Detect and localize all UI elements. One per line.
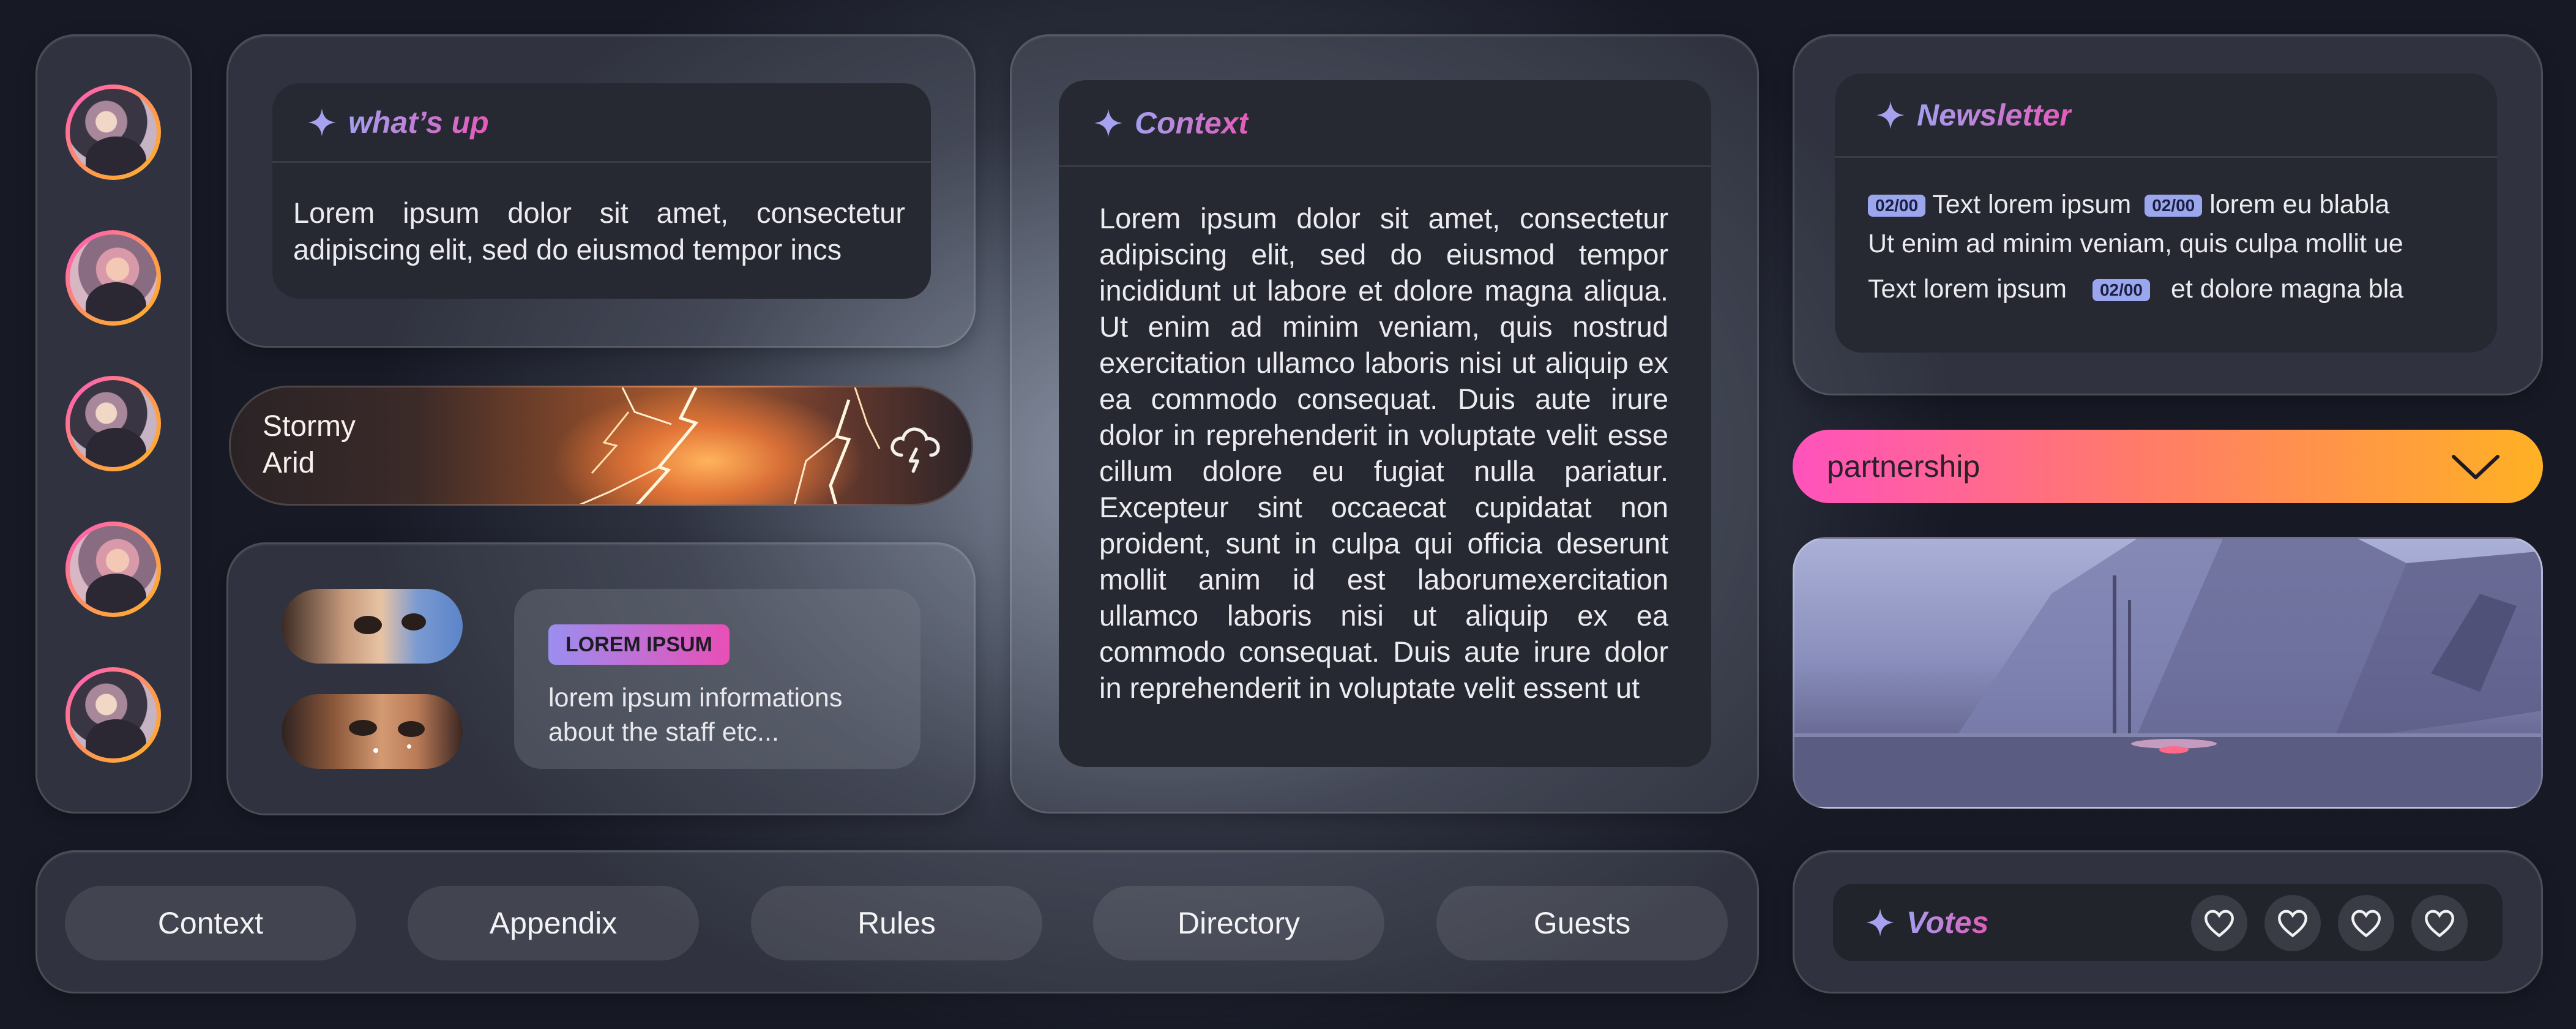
context-card: Context Lorem ipsum dolor sit amet, cons… (1059, 80, 1711, 767)
sparkle-icon (1094, 108, 1122, 137)
newsletter-title: Newsletter (1917, 97, 2072, 132)
newsletter-text: Text lorem ipsum (1932, 190, 2132, 219)
newsletter-tag: 02/00 (2145, 195, 2203, 217)
staff-badge[interactable]: LOREM IPSUM (548, 624, 730, 665)
nav-button-appendix[interactable]: Appendix (408, 886, 699, 960)
thunderstorm-cloud-icon (890, 427, 940, 473)
sparkle-icon (1876, 100, 1905, 129)
chevron-down-icon (2452, 455, 2499, 479)
newsletter-text: Text lorem ipsum (1868, 274, 2067, 304)
category-dropdown[interactable]: partnership (1793, 430, 2543, 503)
whatsup-header: what’s up (272, 83, 931, 163)
vote-heart-button[interactable] (2191, 895, 2247, 951)
avatar-photo (70, 89, 157, 176)
newsletter-body: 02/00 Text lorem ipsum 02/00 lorem eu bl… (1868, 190, 2480, 313)
staff-photo[interactable] (282, 589, 463, 664)
newsletter-tag: 02/00 (2092, 279, 2151, 301)
dropdown-selected-value: partnership (1827, 449, 1981, 484)
context-body: Lorem ipsum dolor sit amet, consectetur … (1099, 202, 1668, 704)
newsletter-text: et dolore magna bla (2170, 274, 2404, 304)
whatsup-body: Lorem ipsum dolor sit amet, consectetur … (293, 196, 905, 266)
nav-button-guests[interactable]: Guests (1436, 886, 1728, 960)
context-title: Context (1135, 105, 1249, 140)
heart-icon (2278, 910, 2307, 938)
vote-heart-button[interactable] (2338, 895, 2394, 951)
sparkle-icon (308, 108, 336, 137)
sparkle-icon (1866, 908, 1894, 937)
newsletter-tag: 02/00 (1868, 195, 1926, 217)
avatar[interactable] (65, 667, 161, 763)
weather-banner[interactable]: Stormy Arid (229, 386, 973, 506)
heart-icon (2425, 910, 2454, 938)
avatar[interactable] (65, 522, 161, 617)
newsletter-text: lorem eu blabla (2209, 190, 2390, 219)
heart-icon (2205, 910, 2234, 938)
avatar-photo (70, 234, 157, 321)
nav-button-directory[interactable]: Directory (1093, 886, 1384, 960)
newsletter-line: 02/00 Text lorem ipsum 02/00 lorem eu bl… (1868, 190, 2480, 229)
newsletter-header: Newsletter (1835, 73, 2497, 158)
newsletter-line: Text lorem ipsum 02/00 et dolore magna b… (1868, 274, 2480, 313)
whatsup-card: what’s up Lorem ipsum dolor sit amet, co… (272, 83, 931, 299)
nav-button-rules[interactable]: Rules (751, 886, 1042, 960)
avatar-photo (70, 672, 157, 758)
lightning-bolts (580, 387, 881, 504)
votes-title: Votes (1906, 905, 1989, 940)
context-header: Context (1059, 80, 1711, 167)
avatar[interactable] (65, 84, 161, 180)
votes-header: Votes (1833, 884, 2503, 961)
avatar-photo (70, 380, 157, 467)
staff-description: lorem ipsum informations about the staff… (548, 683, 843, 747)
nav-button-context[interactable]: Context (65, 886, 356, 960)
staff-photo[interactable] (282, 694, 463, 769)
newsletter-line: Ut enim ad minim veniam, quis culpa moll… (1868, 229, 2403, 258)
city-scene (1794, 539, 2541, 807)
weather-line1: Stormy (263, 410, 356, 443)
vote-heart-button[interactable] (2264, 895, 2321, 951)
vote-heart-button[interactable] (2411, 895, 2468, 951)
avatar[interactable] (65, 376, 161, 471)
votes-card: Votes (1833, 884, 2503, 961)
context-scroll-area[interactable]: Lorem ipsum dolor sit amet, consectetur … (1099, 200, 1668, 720)
newsletter-card: Newsletter 02/00 Text lorem ipsum 02/00 … (1835, 73, 2497, 353)
avatar-photo (70, 526, 157, 613)
avatar[interactable] (65, 230, 161, 326)
city-illustration (1793, 537, 2543, 809)
heart-icon (2351, 910, 2381, 938)
whatsup-title: what’s up (348, 105, 489, 140)
weather-line2: Arid (263, 447, 315, 479)
